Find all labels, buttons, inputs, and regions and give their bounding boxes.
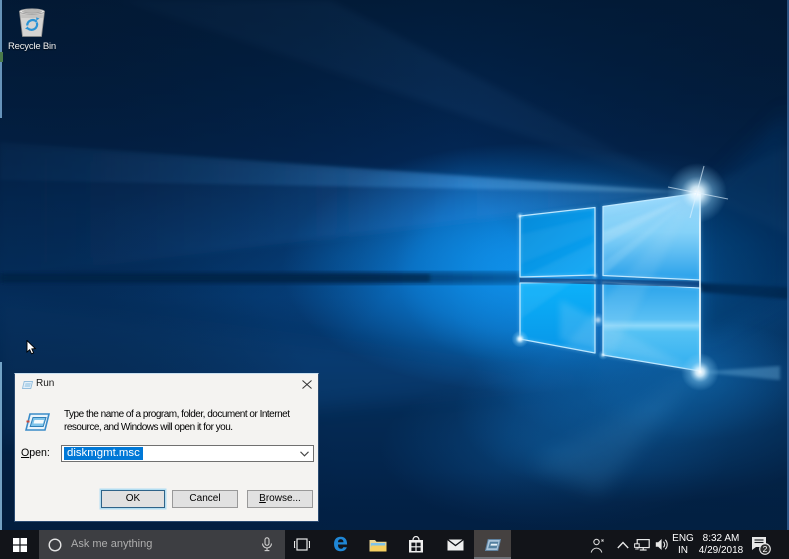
svg-text:2: 2 bbox=[763, 544, 768, 554]
